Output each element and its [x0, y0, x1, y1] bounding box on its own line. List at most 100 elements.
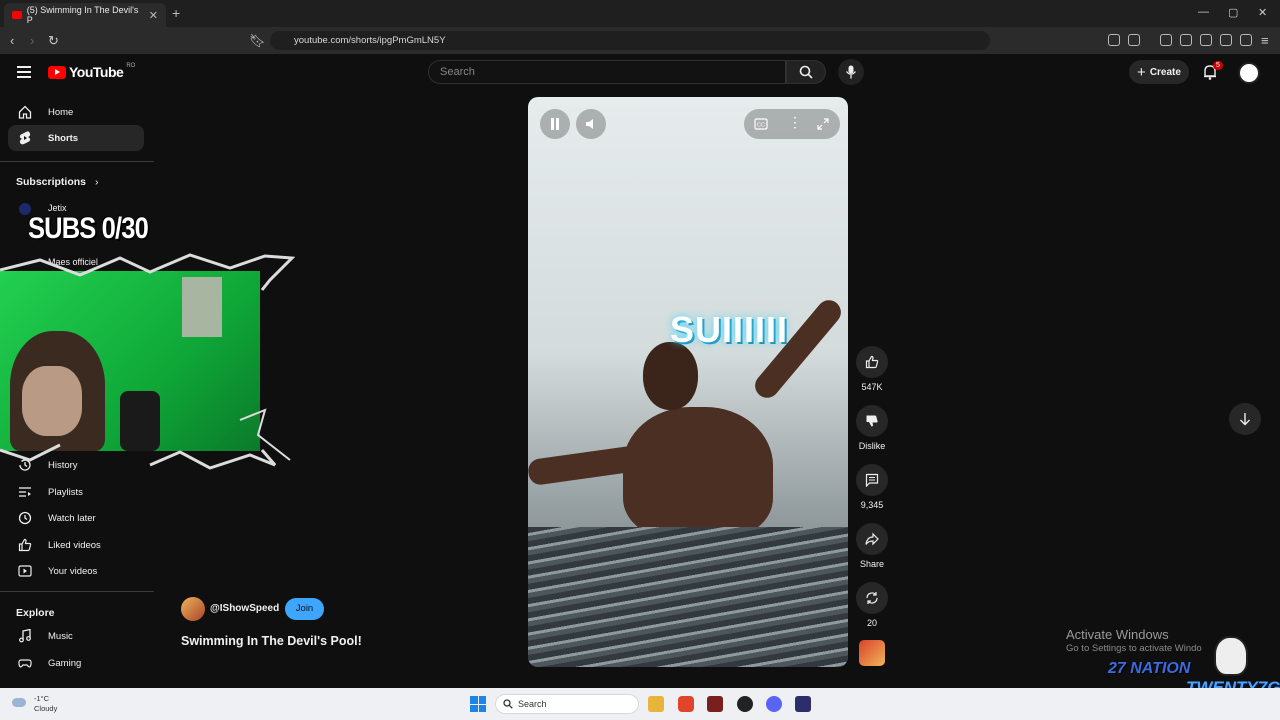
sidebar-item-label: Shorts [48, 132, 79, 144]
sidebar-item-shorts[interactable]: Shorts [8, 125, 144, 151]
discord-icon[interactable] [766, 696, 782, 712]
thumbs-down-icon [866, 415, 878, 427]
brand-logo-27-nation: 27 NATION [1108, 660, 1191, 677]
next-video-button[interactable] [1229, 403, 1261, 435]
weather-widget[interactable]: -1°C Cloudy [12, 694, 57, 714]
brave-browser-icon[interactable] [678, 696, 694, 712]
browser-tab-bar: (5) Swimming In The Devil's P ✕ + — ▢ ✕ [0, 0, 1280, 27]
sidebar-item-label: Playlists [48, 486, 83, 498]
sidebar-item-gaming[interactable]: Gaming [8, 650, 144, 676]
menu-icon[interactable] [17, 66, 31, 78]
clock-icon [18, 511, 32, 525]
thorn-frame-decoration [0, 253, 295, 470]
video-caption-text: SUIIIIII [670, 309, 789, 350]
sidebar-item-home[interactable]: Home [8, 99, 144, 125]
browser-tab[interactable]: (5) Swimming In The Devil's P ✕ [4, 3, 166, 27]
windows-start-icon[interactable] [470, 696, 486, 712]
taskbar-search-label: Search [518, 699, 547, 709]
subscriptions-label: Subscriptions [16, 176, 87, 188]
activate-windows-title: Activate Windows [1066, 627, 1169, 642]
dislike-label: Dislike [858, 441, 886, 451]
svg-text:CC: CC [757, 123, 765, 129]
remix-button[interactable]: 20 [856, 582, 888, 628]
like-count: 547K [861, 382, 883, 392]
comments-button[interactable]: 9,345 [856, 464, 888, 510]
window-close-icon[interactable]: ✕ [1258, 6, 1267, 19]
cloud-icon [12, 698, 26, 707]
bookmark-icon[interactable]: 🔖︎ [249, 33, 266, 49]
captions-icon[interactable]: CC [754, 118, 768, 130]
pause-icon [551, 118, 559, 130]
url-field[interactable]: youtube.com/shorts/ipgPmGmLN5Y [270, 31, 990, 50]
sidebar-item-your-videos[interactable]: Your videos [8, 558, 144, 584]
search-input[interactable]: Search [428, 60, 786, 84]
sidebar-item-label: Music [48, 630, 73, 642]
sidepanel-icon[interactable] [1128, 34, 1140, 46]
remix-count: 20 [866, 618, 877, 628]
vpn-icon[interactable] [1240, 34, 1252, 46]
sidebar-item-playlists[interactable]: Playlists [8, 479, 144, 505]
youtube-play-icon [48, 65, 66, 79]
tab-title: (5) Swimming In The Devil's P [26, 5, 139, 25]
browser-address-bar: ‹ › ↻ 🔖︎ youtube.com/shorts/ipgPmGmLN5Y … [0, 27, 1280, 54]
logo-text: YouTube [69, 64, 124, 80]
share-button[interactable]: Share [856, 523, 888, 569]
create-button[interactable]: + Create [1129, 60, 1189, 84]
search-icon [799, 65, 813, 79]
shorts-icon [18, 131, 32, 145]
volume-icon [586, 119, 593, 129]
wallet-icon[interactable] [1200, 34, 1212, 46]
extensions-icon[interactable] [1108, 34, 1120, 46]
sidebar-item-watch-later[interactable]: Watch later [8, 505, 144, 531]
forward-icon[interactable]: › [30, 33, 34, 48]
sidebar-item-liked-videos[interactable]: Liked videos [8, 532, 144, 558]
fullscreen-icon[interactable] [817, 118, 829, 130]
voice-app-icon[interactable] [707, 696, 723, 712]
country-code: RO [126, 63, 136, 69]
activate-windows-subtitle: Go to Settings to activate Windo [1066, 643, 1202, 654]
more-options-icon[interactable]: ⋮ [788, 115, 802, 129]
youtube-logo[interactable]: YouTube RO [48, 63, 136, 80]
video-title: Swimming In The Devil's Pool! [181, 634, 362, 648]
like-button[interactable]: 547K [856, 346, 888, 392]
sound-thumbnail[interactable] [859, 640, 885, 666]
file-explorer-icon[interactable] [648, 696, 664, 712]
new-tab-icon[interactable]: + [172, 5, 180, 21]
search-button[interactable] [786, 60, 826, 84]
media-icon[interactable] [1160, 34, 1172, 46]
browser-menu-icon[interactable]: ≡ [1261, 33, 1269, 48]
maximize-icon[interactable]: ▢ [1228, 6, 1238, 19]
leo-icon[interactable] [1220, 34, 1232, 46]
tab-close-icon[interactable]: ✕ [149, 9, 158, 22]
divider [0, 591, 154, 592]
channel-avatar[interactable] [181, 597, 205, 621]
sidebar-item-music[interactable]: Music [8, 623, 144, 649]
sidebar-item-label: Your videos [48, 565, 98, 577]
app-icon[interactable] [795, 696, 811, 712]
dislike-button[interactable]: Dislike [856, 405, 888, 451]
sidebar-item-label: Watch later [48, 512, 96, 524]
obs-icon[interactable] [737, 696, 753, 712]
shorts-video-player[interactable]: SUIIIIII CC ⋮ [528, 97, 848, 667]
reload-icon[interactable]: ↻ [48, 33, 59, 49]
join-button[interactable]: Join [285, 598, 324, 620]
volume-button[interactable] [576, 109, 606, 139]
minimize-icon[interactable]: — [1198, 6, 1209, 18]
sidebar-item-label: Liked videos [48, 539, 101, 551]
back-icon[interactable]: ‹ [10, 33, 14, 48]
notification-badge: 5 [1213, 61, 1223, 70]
video-figure-body [623, 407, 773, 537]
plus-icon: + [1137, 63, 1146, 81]
taskbar-search[interactable]: Search [495, 694, 639, 714]
subs-counter-overlay: SUBS 0/30 [28, 212, 149, 245]
microphone-icon [845, 65, 857, 79]
video-figure-head [643, 342, 698, 410]
pause-button[interactable] [540, 109, 570, 139]
channel-name[interactable]: @IShowSpeed [210, 603, 279, 614]
sidebar-toggle-icon[interactable] [1180, 34, 1192, 46]
voice-search-button[interactable] [838, 59, 864, 85]
account-avatar[interactable] [1238, 62, 1260, 84]
subscriptions-heading[interactable]: Subscriptions › [16, 176, 98, 188]
music-icon [18, 629, 32, 643]
thumbs-up-icon [865, 355, 879, 369]
